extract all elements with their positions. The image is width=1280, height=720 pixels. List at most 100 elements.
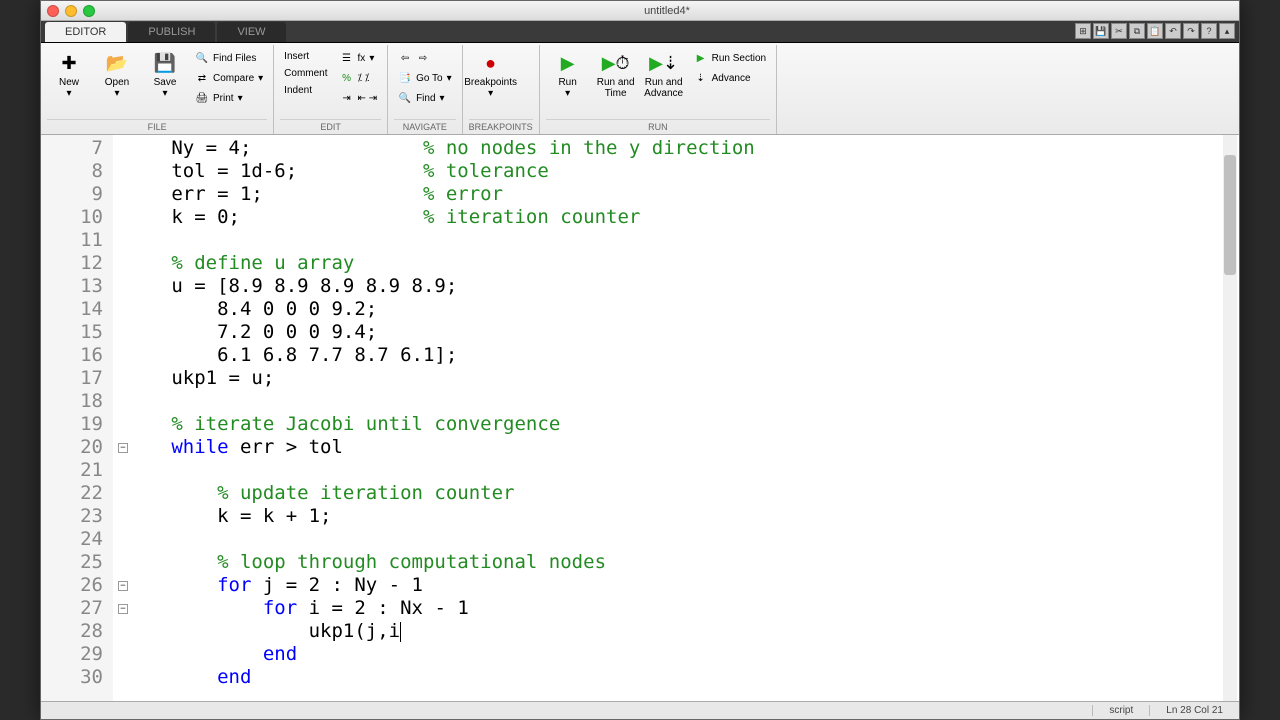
code-line[interactable]: Ny = 4; % no nodes in the y direction: [137, 137, 1239, 160]
run-advance-button[interactable]: ▶⇣Run and Advance: [642, 47, 686, 103]
code-line[interactable]: for i = 2 : Nx - 1: [137, 597, 1239, 620]
fold-marker[interactable]: −: [113, 436, 133, 459]
advance-icon: ⇣: [694, 71, 708, 85]
tab-publish[interactable]: PUBLISH: [128, 22, 215, 42]
save-button[interactable]: 💾Save▾: [143, 47, 187, 103]
code-editor[interactable]: 7891011121314151617181920212223242526272…: [41, 135, 1239, 701]
code-line[interactable]: % update iteration counter: [137, 482, 1239, 505]
group-label-navigate: NAVIGATE: [394, 119, 456, 134]
open-button[interactable]: 📂Open▾: [95, 47, 139, 103]
line-number: 14: [41, 298, 113, 321]
undo-icon[interactable]: ↶: [1165, 23, 1181, 39]
advance-button[interactable]: ⇣Advance: [690, 69, 770, 87]
tab-bar: EDITOR PUBLISH VIEW ⊞ 💾 ✂ ⧉ 📋 ↶ ↷ ? ▴: [41, 21, 1239, 43]
nav-arrows[interactable]: ⇦ ⇨: [394, 49, 456, 67]
line-number: 30: [41, 666, 113, 689]
goto-button[interactable]: 📑Go To ▾: [394, 69, 456, 87]
code-area[interactable]: Ny = 4; % no nodes in the y direction to…: [133, 135, 1239, 701]
paste-icon[interactable]: 📋: [1147, 23, 1163, 39]
code-line[interactable]: for j = 2 : Ny - 1: [137, 574, 1239, 597]
minimize-icon[interactable]: [65, 5, 77, 17]
save-icon[interactable]: 💾: [1093, 23, 1109, 39]
indent-button[interactable]: Indent: [280, 83, 331, 98]
line-number: 8: [41, 160, 113, 183]
line-number: 25: [41, 551, 113, 574]
line-number: 27: [41, 597, 113, 620]
close-icon[interactable]: [47, 5, 59, 17]
code-line[interactable]: [137, 390, 1239, 413]
insert-section-button[interactable]: ☰ fx ▾: [336, 49, 382, 67]
line-number: 21: [41, 459, 113, 482]
code-line[interactable]: ukp1(j,i: [137, 620, 1239, 643]
copy-icon[interactable]: ⧉: [1129, 23, 1145, 39]
tab-view[interactable]: VIEW: [217, 22, 285, 42]
code-line[interactable]: % define u array: [137, 252, 1239, 275]
line-number: 20: [41, 436, 113, 459]
line-number: 16: [41, 344, 113, 367]
ribbon-group-breakpoints: ●Breakpoints▾ BREAKPOINTS: [463, 45, 540, 134]
redo-icon[interactable]: ↷: [1183, 23, 1199, 39]
code-line[interactable]: end: [137, 643, 1239, 666]
indent-icon: ⇥: [340, 91, 354, 105]
fold-marker[interactable]: −: [113, 597, 133, 620]
compare-button[interactable]: ⇄Compare ▾: [191, 69, 267, 87]
comment-button[interactable]: Comment: [280, 66, 331, 81]
maximize-icon[interactable]: [83, 5, 95, 17]
run-button[interactable]: ▶Run▾: [546, 47, 590, 103]
new-button[interactable]: ✚New▾: [47, 47, 91, 103]
breakpoints-button[interactable]: ●Breakpoints▾: [469, 47, 513, 103]
ribbon-group-run: ▶Run▾ ▶⏱Run and Time ▶⇣Run and Advance ▶…: [540, 45, 777, 134]
compare-icon: ⇄: [195, 71, 209, 85]
line-number: 7: [41, 137, 113, 160]
print-icon: 🖨: [195, 91, 209, 105]
fold-marker[interactable]: −: [113, 574, 133, 597]
fold-marker: [113, 643, 133, 666]
find-icon: 🔍: [195, 51, 209, 65]
code-line[interactable]: k = 0; % iteration counter: [137, 206, 1239, 229]
cut-icon[interactable]: ✂: [1111, 23, 1127, 39]
code-line[interactable]: 7.2 0 0 0 9.4;: [137, 321, 1239, 344]
indent-tools[interactable]: ⇥ ⇤ ⇥: [336, 89, 382, 107]
run-section-button[interactable]: ▶Run Section: [690, 49, 770, 67]
line-number: 17: [41, 367, 113, 390]
code-line[interactable]: while err > tol: [137, 436, 1239, 459]
tab-editor[interactable]: EDITOR: [45, 22, 126, 42]
code-line[interactable]: % iterate Jacobi until convergence: [137, 413, 1239, 436]
scroll-thumb[interactable]: [1224, 155, 1236, 275]
code-line[interactable]: 8.4 0 0 0 9.2;: [137, 298, 1239, 321]
fold-marker: [113, 206, 133, 229]
line-number: 9: [41, 183, 113, 206]
line-number: 29: [41, 643, 113, 666]
code-line[interactable]: 6.1 6.8 7.7 8.7 6.1];: [137, 344, 1239, 367]
save-icon: 💾: [153, 51, 177, 75]
fold-marker: [113, 298, 133, 321]
code-line[interactable]: [137, 459, 1239, 482]
comment-tools[interactable]: % ⁒ ⁒: [336, 69, 382, 87]
group-label-breakpoints: BREAKPOINTS: [469, 119, 533, 134]
collapse-icon[interactable]: ▴: [1219, 23, 1235, 39]
group-label-run: RUN: [546, 119, 770, 134]
code-line[interactable]: % loop through computational nodes: [137, 551, 1239, 574]
code-line[interactable]: k = k + 1;: [137, 505, 1239, 528]
code-line[interactable]: u = [8.9 8.9 8.9 8.9 8.9;: [137, 275, 1239, 298]
help-icon[interactable]: ?: [1201, 23, 1217, 39]
fold-marker: [113, 666, 133, 689]
code-line[interactable]: ukp1 = u;: [137, 367, 1239, 390]
toolstrip-icon[interactable]: ⊞: [1075, 23, 1091, 39]
find-files-button[interactable]: 🔍Find Files: [191, 49, 267, 67]
code-line[interactable]: tol = 1d-6; % tolerance: [137, 160, 1239, 183]
find-button[interactable]: 🔍Find ▾: [394, 89, 456, 107]
code-line[interactable]: err = 1; % error: [137, 183, 1239, 206]
goto-icon: 📑: [398, 71, 412, 85]
print-button[interactable]: 🖨Print ▾: [191, 89, 267, 107]
scrollbar[interactable]: [1223, 135, 1237, 701]
code-line[interactable]: [137, 229, 1239, 252]
window-title: untitled4*: [101, 5, 1233, 17]
line-number: 28: [41, 620, 113, 643]
code-line[interactable]: end: [137, 666, 1239, 689]
toolbar-right: ⊞ 💾 ✂ ⧉ 📋 ↶ ↷ ? ▴: [1075, 23, 1235, 39]
percent-icon: %: [340, 71, 354, 85]
insert-button[interactable]: Insert: [280, 49, 331, 64]
run-time-button[interactable]: ▶⏱Run and Time: [594, 47, 638, 103]
code-line[interactable]: [137, 528, 1239, 551]
